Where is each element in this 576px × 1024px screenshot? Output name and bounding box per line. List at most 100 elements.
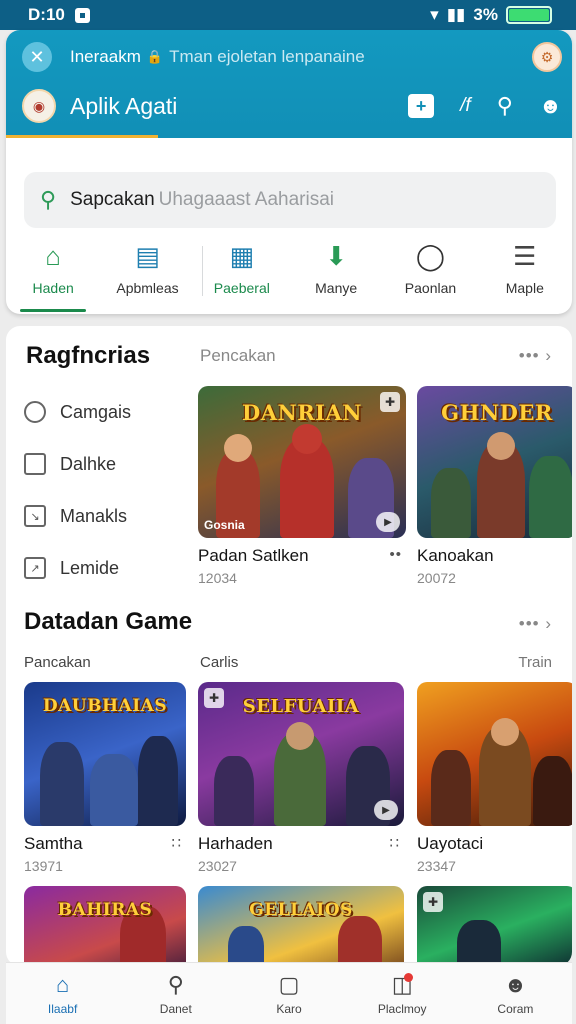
game-meta: 20072 — [417, 570, 456, 586]
person-icon: ☻ — [503, 971, 527, 997]
game-thumbnail: GELLAIOS — [198, 886, 404, 966]
site-avatar-icon[interactable]: ⚙ — [532, 42, 562, 72]
add-icon[interactable]: + — [408, 94, 435, 118]
game-card[interactable]: Uayotaci 23347 — [417, 682, 572, 874]
loading-progress — [6, 135, 158, 138]
nav-label: Ilaabf — [47, 1001, 78, 1016]
category-label: Paeberal — [213, 280, 270, 296]
category-label: Haden — [32, 280, 74, 296]
game-thumbnail: ✚ — [417, 886, 572, 966]
lock-icon: 🔒 — [146, 49, 164, 64]
nav-label: Coram — [497, 1001, 534, 1016]
game-meta: 23027 — [198, 858, 237, 874]
game-logo: BAHIRAS — [57, 900, 153, 920]
nav-search[interactable]: ⚲ Danet — [119, 963, 232, 1024]
game-tag: Gosnia — [204, 518, 245, 532]
nav-bag[interactable]: ◫ Placlmoy — [346, 963, 459, 1024]
more-button[interactable]: ••• › — [519, 346, 552, 366]
bottom-nav: ⌂ Ilaabf ⚲ Danet ▢ Karo ◫ Placlmoy ☻ Cor… — [6, 962, 572, 1024]
game-thumbnail: SELFUAIIA ✚ ▶ — [198, 682, 404, 826]
category-nav: ⌂ Haden ▤ Apbmleas ▦ Paeberal ⬇ Manye ◯ … — [6, 240, 572, 312]
url-bar[interactable]: ✕ Ineraakm 🔒 Tman ejoletan lenpanaine ⚙ — [22, 40, 562, 74]
arrow-box-icon: ↘ — [24, 505, 46, 527]
game-logo: GELLAIOS — [249, 900, 353, 920]
game-thumbnail: GHNDER — [417, 386, 572, 538]
filter-item[interactable]: Camgais — [24, 386, 184, 438]
game-card[interactable]: BAHIRAS — [24, 886, 186, 966]
close-icon[interactable]: ✕ — [22, 42, 52, 72]
search-input[interactable]: ⚲ Sapcakan Uhagaaast Aaharisai — [24, 172, 556, 228]
list-icon: ▤ — [135, 240, 160, 271]
nav-label: Placlmoy — [377, 1001, 427, 1016]
game-card[interactable]: ✚ — [417, 886, 572, 966]
notification-icon — [74, 7, 90, 23]
options-icon[interactable]: •• — [389, 546, 402, 563]
stats-icon[interactable]: /f — [460, 95, 471, 117]
filter-label: Manakls — [60, 505, 128, 526]
category-haden[interactable]: ⌂ Haden — [6, 240, 100, 312]
play-icon[interactable]: ▶ — [376, 512, 400, 532]
menu-icon: ☰ — [513, 240, 537, 271]
profile-icon[interactable]: ☻ — [539, 93, 562, 119]
column-label: Train — [518, 654, 552, 671]
game-thumbnail — [417, 682, 572, 826]
game-card[interactable]: DANRIAN ✚ Gosnia ▶ Padan Satlken 12034 •… — [198, 386, 406, 586]
game-thumbnail: DAUBHAIAS — [24, 682, 186, 826]
game-title: Kanoakan — [417, 546, 494, 565]
game-thumbnail: BAHIRAS — [24, 886, 186, 966]
game-logo: GHNDER — [441, 400, 553, 425]
nav-box[interactable]: ▢ Karo — [232, 963, 345, 1024]
category-paonlan[interactable]: ◯ Paonlan — [383, 240, 477, 310]
game-card[interactable]: DAUBHAIAS Samtha 13971 ∷ — [24, 682, 186, 874]
download-icon: ⬇ — [325, 240, 348, 271]
category-apbmleas[interactable]: ▤ Apbmleas — [100, 240, 194, 310]
content-card: Ragfncrias Pencakan ••• › Camgais Dalhke… — [6, 326, 572, 966]
category-paeberal[interactable]: ▦ Paeberal — [195, 240, 289, 310]
battery-percent: 3% — [473, 5, 498, 24]
more-button[interactable]: ••• › — [519, 614, 552, 634]
game-title: Samtha — [24, 834, 83, 853]
category-label: Manye — [315, 280, 358, 296]
box-icon: ▢ — [278, 971, 300, 997]
category-label: Apbmleas — [116, 280, 179, 296]
game-title: Harhaden — [198, 834, 273, 853]
game-card[interactable]: GHNDER Kanoakan 20072 — [417, 386, 572, 586]
category-manye[interactable]: ⬇ Manye — [289, 240, 383, 310]
home-icon: ⌂ — [45, 240, 62, 271]
nav-label: Karo — [276, 1001, 302, 1016]
filter-item[interactable]: ↗ Lemide — [24, 542, 184, 594]
category-label: Maple — [505, 280, 544, 296]
filter-item[interactable]: Dalhke — [24, 438, 184, 490]
filter-label: Lemide — [60, 557, 120, 578]
wifi-icon: ▾ — [430, 5, 439, 24]
nav-label: Danet — [159, 1001, 192, 1016]
url-path: Tman ejoletan lenpanaine — [169, 47, 365, 66]
url-domain: Ineraakm — [70, 47, 141, 66]
nav-profile[interactable]: ☻ Coram — [459, 963, 572, 1024]
expand-icon[interactable]: ✚ — [423, 892, 443, 912]
game-logo: DANRIAN — [242, 400, 362, 425]
options-icon[interactable]: ∷ — [389, 834, 400, 852]
expand-icon[interactable]: ✚ — [204, 688, 224, 708]
play-icon[interactable]: ▶ — [374, 800, 398, 820]
signal-icon: ▮▮ — [446, 5, 466, 24]
game-meta: 23347 — [417, 858, 456, 874]
game-card[interactable]: SELFUAIIA ✚ ▶ Harhaden 23027 ∷ — [198, 682, 404, 874]
search-placeholder: Uhagaaast Aaharisai — [158, 189, 334, 210]
nav-home[interactable]: ⌂ Ilaabf — [6, 963, 119, 1024]
filter-item[interactable]: ↘ Manakls — [24, 490, 184, 542]
filter-label: Camgais — [60, 401, 132, 422]
search-icon[interactable]: ⚲ — [497, 93, 513, 119]
category-maple[interactable]: ☰ Maple — [478, 240, 572, 310]
status-time: D:10 — [28, 5, 65, 24]
game-card[interactable]: GELLAIOS — [198, 886, 404, 966]
url-text[interactable]: Ineraakm 🔒 Tman ejoletan lenpanaine — [70, 47, 365, 67]
app-title: Aplik Agati — [70, 92, 178, 119]
home-icon: ⌂ — [55, 971, 70, 997]
filter-label: Dalhke — [60, 453, 117, 474]
chat-icon: ◯ — [415, 240, 446, 271]
game-thumbnail: DANRIAN ✚ Gosnia ▶ — [198, 386, 406, 538]
options-icon[interactable]: ∷ — [171, 834, 182, 852]
lightbulb-icon — [24, 401, 46, 423]
expand-icon[interactable]: ✚ — [380, 392, 400, 412]
